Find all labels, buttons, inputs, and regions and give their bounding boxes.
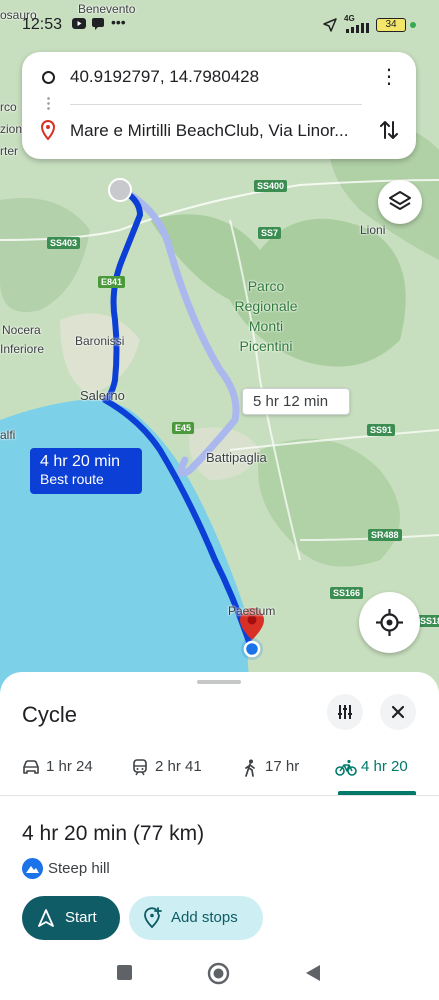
back-button[interactable] (305, 964, 321, 987)
layers-icon (389, 191, 411, 210)
road-shield: SS400 (254, 180, 288, 192)
best-route-duration: 4 hr 20 min (40, 453, 121, 470)
tab-transit-label: 2 hr 41 (155, 758, 202, 775)
place-label-salerno: Salerno (80, 388, 125, 403)
tab-transit[interactable]: 2 hr 41 (132, 752, 214, 798)
origin-marker[interactable] (108, 178, 132, 202)
add-stops-button[interactable]: Add stops (129, 896, 263, 940)
park-label: Parco Regionale Monti Picentini (234, 278, 298, 354)
road-shield: E45 (172, 422, 195, 434)
place-label-baronissi: Baronissi (75, 334, 125, 348)
route-distance: (77 km) (132, 822, 205, 845)
divider (70, 104, 362, 105)
back-icon (306, 965, 320, 981)
home-button[interactable] (207, 962, 230, 990)
sheet-drag-handle[interactable] (197, 680, 241, 684)
origin-field[interactable]: 40.9192797, 14.7980428 (70, 67, 360, 87)
status-bar: 12:53 ••• 4G 34 (0, 0, 439, 52)
status-time: 12:53 (22, 16, 63, 33)
youtube-icon (72, 18, 86, 32)
swap-vert-icon[interactable] (377, 118, 401, 142)
alt-route-duration: 5 hr 12 min (253, 393, 329, 410)
start-button-label: Start (65, 909, 97, 926)
directions-card: 40.9192797, 14.7980428 ⋮ Mare e Mirtilli… (22, 52, 416, 159)
place-label: rco (0, 100, 17, 114)
road-shield: SS7 (258, 227, 282, 239)
start-button[interactable]: Start (22, 896, 120, 940)
route-summary: 4 hr 20 min (77 km) (22, 822, 204, 846)
tab-cycle-label: 4 hr 20 (361, 758, 408, 775)
recents-icon (117, 965, 132, 980)
destination-pin-icon (41, 120, 55, 140)
my-location-button[interactable] (359, 592, 420, 653)
tab-walk-label: 17 hr (265, 758, 300, 775)
location-arrow-icon (323, 18, 337, 35)
signal-icon (346, 22, 370, 36)
navigation-arrow-icon (38, 909, 54, 927)
close-icon (391, 705, 405, 719)
steep-hill-icon (22, 858, 43, 879)
system-nav-bar (0, 950, 439, 1000)
road-shield: SS18 (417, 615, 439, 627)
best-route-label: Best route (40, 471, 104, 487)
destination-field[interactable]: Mare e Mirtilli BeachClub, Via Linor... (70, 121, 360, 141)
tune-icon (338, 705, 352, 719)
recents-button[interactable] (116, 964, 133, 986)
best-route-callout[interactable]: 4 hr 20 min Best route (30, 448, 142, 494)
bike-icon (335, 759, 357, 776)
route-duration: 4 hr 20 min (22, 822, 128, 845)
tab-drive-label: 1 hr 24 (46, 758, 93, 775)
close-button[interactable] (380, 694, 416, 730)
layers-button[interactable] (378, 180, 422, 224)
origin-row[interactable]: 40.9192797, 14.7980428 ⋮ (22, 52, 416, 102)
road-shield: SR488 (368, 529, 402, 541)
place-label-inferiore: Inferiore (0, 342, 45, 356)
car-icon (23, 760, 39, 774)
messages-icon (92, 18, 104, 33)
tab-walk[interactable]: 17 hr (243, 752, 307, 798)
privacy-dot (410, 22, 416, 28)
train-icon (133, 759, 147, 776)
more-vert-icon[interactable]: ⋮ (377, 66, 401, 90)
divider (0, 795, 439, 796)
more-notifications-icon: ••• (111, 14, 126, 30)
place-label: alfi (0, 428, 16, 442)
road-shield: E841 (98, 276, 126, 288)
battery-indicator: 34 (376, 18, 406, 32)
route-options-button[interactable] (327, 694, 363, 730)
walk-icon (245, 759, 255, 777)
place-label-battipaglia: Battipaglia (206, 450, 267, 465)
home-icon (207, 962, 230, 985)
warning-label: Steep hill (48, 860, 110, 877)
place-label-paestum: Paestum (228, 604, 276, 618)
place-label-nocera: Nocera (2, 323, 41, 337)
alt-route-callout[interactable]: 5 hr 12 min (242, 388, 350, 415)
place-label: rter (0, 144, 18, 158)
road-shield: SS91 (367, 424, 396, 436)
origin-circle-icon (42, 71, 55, 84)
place-label-lioni: Lioni (360, 223, 386, 237)
road-shield: SS403 (47, 237, 81, 249)
add-stops-label: Add stops (171, 909, 238, 926)
destination-row[interactable]: Mare e Mirtilli BeachClub, Via Linor... (22, 106, 416, 156)
my-location-icon (376, 609, 403, 636)
tab-drive[interactable]: 1 hr 24 (22, 752, 102, 798)
travel-mode-title: Cycle (22, 702, 78, 727)
add-location-icon (144, 907, 162, 928)
